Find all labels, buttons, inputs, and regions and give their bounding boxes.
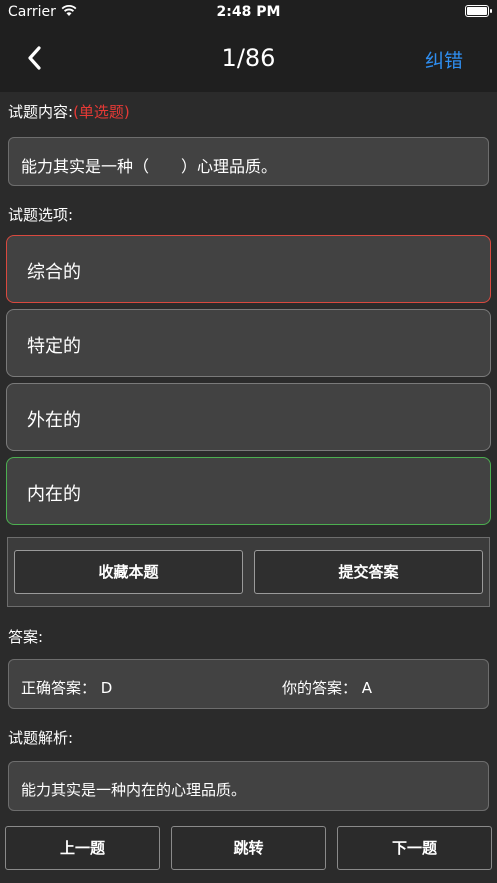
option-b[interactable]: 特定的	[6, 309, 491, 377]
answer-box: 正确答案： D 你的答案： A	[8, 659, 489, 709]
option-text: 外在的	[27, 410, 81, 431]
status-time: 2:48 PM	[216, 4, 281, 20]
option-a[interactable]: 综合的	[6, 235, 491, 303]
jump-button[interactable]: 跳转	[171, 826, 326, 870]
battery-icon	[465, 5, 492, 17]
question-type-tag: (单选题)	[73, 103, 130, 121]
previous-question-button[interactable]: 上一题	[5, 826, 160, 870]
option-c[interactable]: 外在的	[6, 383, 491, 451]
option-text: 内在的	[27, 484, 81, 505]
option-text: 综合的	[27, 262, 81, 283]
option-text: 特定的	[27, 336, 81, 357]
page-title: 1/86	[221, 44, 276, 72]
question-text: 能力其实是一种（ ）心理品质。	[21, 157, 278, 176]
option-d[interactable]: 内在的	[6, 457, 491, 525]
bottom-toolbar: 上一题 跳转 下一题	[0, 820, 497, 883]
status-bar: Carrier 2:48 PM	[0, 0, 497, 26]
question-box: 能力其实是一种（ ）心理品质。	[8, 137, 489, 186]
your-answer: 你的答案： A	[282, 679, 373, 697]
navigation-bar: 1/86 纠错	[0, 26, 497, 92]
report-error-button[interactable]: 纠错	[425, 46, 463, 73]
question-header: 试题内容:(单选题)	[8, 101, 130, 122]
answer-label: 答案:	[8, 628, 44, 646]
submit-answer-button[interactable]: 提交答案	[254, 550, 483, 594]
next-question-button[interactable]: 下一题	[337, 826, 492, 870]
options-label: 试题选项:	[8, 206, 74, 224]
question-label: 试题内容:	[8, 103, 74, 121]
correct-answer: 正确答案： D	[21, 679, 113, 697]
favorite-button[interactable]: 收藏本题	[14, 550, 243, 594]
action-panel: 收藏本题 提交答案	[7, 537, 490, 607]
analysis-box: 能力其实是一种内在的心理品质。	[8, 761, 489, 811]
analysis-label: 试题解析:	[8, 729, 74, 747]
analysis-text: 能力其实是一种内在的心理品质。	[21, 781, 247, 799]
